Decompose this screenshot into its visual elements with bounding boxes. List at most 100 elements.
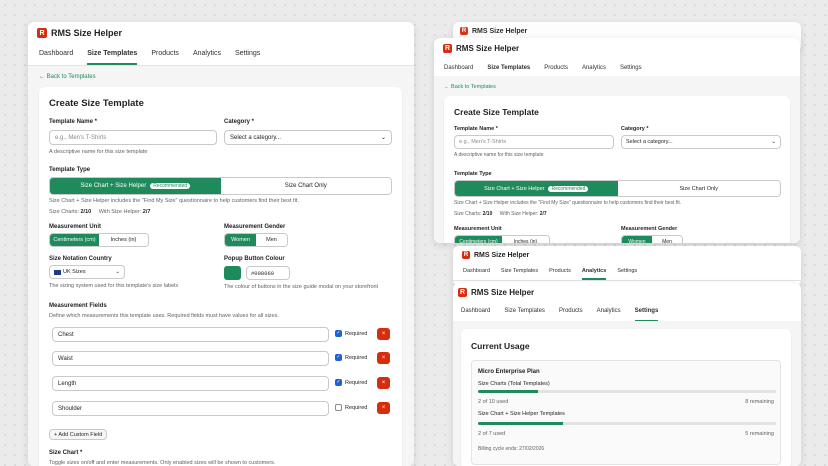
field-name-input[interactable]: Waist: [52, 351, 329, 366]
required-checkbox[interactable]: ✓: [335, 330, 342, 337]
usage-remaining: 8 remaining: [745, 399, 774, 405]
field-name-input[interactable]: Chest: [52, 327, 329, 342]
app-logo-icon: R: [37, 28, 47, 38]
size-notation-select[interactable]: UK Sizes ⌄: [49, 265, 125, 279]
template-type-option-chart-only[interactable]: Size Chart Only: [220, 178, 391, 194]
template-name-input[interactable]: e.g., Men's T-Shirts: [454, 135, 614, 149]
app-title: RMS Size Helper: [456, 44, 520, 53]
unit-option-in[interactable]: Inches (in): [99, 234, 148, 246]
required-label: Required: [345, 380, 368, 386]
unit-option-cm[interactable]: Centimeters (cm): [50, 234, 99, 246]
tab-settings[interactable]: Settings: [617, 264, 637, 280]
app-header: R RMS Size Helper: [453, 283, 801, 302]
template-name-label: Template Name *: [454, 126, 498, 132]
category-select[interactable]: Select a category... ⌄: [621, 135, 781, 149]
current-usage-card: Current Usage Micro Enterprise Plan Size…: [461, 329, 791, 466]
gender-option-women[interactable]: Women: [622, 236, 652, 243]
remove-field-button[interactable]: ×: [377, 352, 390, 364]
billing-cycle: Billing cycle ends: 27/02/2026: [478, 446, 545, 452]
field-row: Shoulder Required ×: [52, 401, 392, 417]
unit-option-cm[interactable]: Centimeters (cm): [455, 236, 502, 243]
measurement-unit-toggle: Centimeters (cm) Inches (in): [49, 233, 149, 247]
tab-analytics[interactable]: Analytics: [193, 44, 221, 65]
gender-option-men[interactable]: Men: [256, 234, 287, 246]
usage-used: 2 of 10 used: [478, 399, 509, 405]
field-row: Length ✓ Required ×: [52, 376, 392, 392]
measurement-gender-label: Measurement Gender: [224, 224, 286, 230]
tab-dashboard[interactable]: Dashboard: [39, 44, 73, 65]
required-checkbox[interactable]: ✓: [335, 354, 342, 361]
category-select[interactable]: Select a category... ⌄: [224, 130, 392, 145]
tab-size-templates[interactable]: Size Templates: [501, 264, 538, 280]
with-helper-count-value: 2/7: [142, 209, 151, 215]
back-to-templates-link[interactable]: ← Back to Templates: [444, 84, 496, 90]
tab-dashboard[interactable]: Dashboard: [461, 302, 490, 322]
create-template-window: R RMS Size Helper Dashboard Size Templat…: [28, 22, 414, 466]
measurement-gender-toggle: Women Men: [224, 233, 288, 247]
template-name-input[interactable]: e.g., Men's T-Shirts: [49, 130, 217, 145]
usage-remaining: 5 remaining: [745, 431, 774, 437]
required-label: Required: [345, 355, 368, 361]
measurement-unit-toggle: Centimeters (cm) Inches (in): [454, 235, 550, 243]
template-type-help: Size Chart + Size Helper includes the "F…: [454, 200, 682, 206]
field-name-input[interactable]: Shoulder: [52, 401, 329, 416]
tab-settings[interactable]: Settings: [634, 302, 659, 322]
popup-colour-swatch[interactable]: [224, 266, 241, 280]
required-checkbox[interactable]: [335, 404, 342, 411]
back-to-templates-link[interactable]: ← Back to Templates: [39, 74, 96, 80]
app-logo-icon: R: [458, 288, 467, 297]
usage-progress-bar: [478, 390, 776, 393]
template-type-option-helper-label: Size Chart + Size Helper: [80, 183, 147, 189]
tab-settings[interactable]: Settings: [235, 44, 260, 65]
tab-products[interactable]: Products: [151, 44, 179, 65]
template-type-help: Size Chart + Size Helper includes the "F…: [49, 198, 299, 204]
field-name-value: Waist: [58, 355, 73, 362]
size-chart-label: Size Chart *: [49, 450, 83, 456]
app-header: R RMS Size Helper: [453, 246, 801, 264]
app-title: RMS Size Helper: [472, 27, 528, 35]
category-label: Category *: [224, 119, 255, 125]
add-custom-field-button[interactable]: + Add Custom Field: [49, 429, 108, 440]
remove-field-button[interactable]: ×: [377, 402, 390, 414]
remove-field-button[interactable]: ×: [377, 377, 390, 389]
app-title: RMS Size Helper: [51, 28, 123, 38]
tab-analytics[interactable]: Analytics: [581, 264, 607, 280]
app-title: RMS Size Helper: [471, 288, 535, 297]
chevron-down-icon: ⌄: [380, 135, 386, 141]
popup-colour-input[interactable]: #008060: [246, 266, 290, 280]
template-type-option-helper[interactable]: Size Chart + Size Helper Recommended: [50, 178, 221, 194]
app-title: RMS Size Helper: [474, 251, 530, 259]
app-logo-icon: R: [462, 251, 470, 259]
gender-option-women[interactable]: Women: [225, 234, 256, 246]
plan-name: Micro Enterprise Plan: [478, 369, 540, 375]
page-title: Create Size Template: [49, 98, 144, 109]
page-title: Create Size Template: [454, 107, 539, 117]
app-logo-icon: R: [443, 44, 452, 53]
field-name-value: Length: [58, 380, 77, 387]
template-name-placeholder: e.g., Men's T-Shirts: [55, 134, 107, 141]
create-template-card: Create Size Template Template Name * e.g…: [39, 87, 402, 466]
usage-panel: Micro Enterprise Plan Size Charts (Total…: [471, 360, 781, 465]
tab-size-templates[interactable]: Size Templates: [87, 44, 138, 65]
tab-size-templates[interactable]: Size Templates: [504, 302, 545, 322]
tab-dashboard[interactable]: Dashboard: [463, 264, 490, 280]
gender-option-men[interactable]: Men: [652, 236, 682, 243]
template-name-help: A descriptive name for this size templat…: [454, 152, 544, 158]
main-nav: Dashboard Size Templates Products Analyt…: [28, 44, 414, 66]
tab-products[interactable]: Products: [559, 302, 583, 322]
required-checkbox[interactable]: ✓: [335, 379, 342, 386]
field-row: Waist ✓ Required ×: [52, 351, 392, 367]
field-name-input[interactable]: Length: [52, 376, 329, 391]
remove-field-button[interactable]: ×: [377, 328, 390, 340]
unit-option-in[interactable]: Inches (in): [502, 236, 549, 243]
size-charts-count-value: 2/10: [482, 211, 493, 217]
measurement-unit-label: Measurement Unit: [49, 224, 102, 230]
template-name-label: Template Name *: [49, 119, 97, 125]
template-type-option-chart-only[interactable]: Size Chart Only: [617, 181, 780, 196]
template-type-option-helper[interactable]: Size Chart + Size Helper Recommended: [455, 181, 618, 196]
category-label: Category *: [621, 126, 649, 132]
tab-analytics[interactable]: Analytics: [597, 302, 621, 322]
popup-colour-help: The colour of buttons in the size guide …: [224, 284, 379, 290]
tab-products[interactable]: Products: [549, 264, 571, 280]
template-counts: Size Charts: 2/10 With Size Helper: 2/7: [454, 211, 547, 217]
